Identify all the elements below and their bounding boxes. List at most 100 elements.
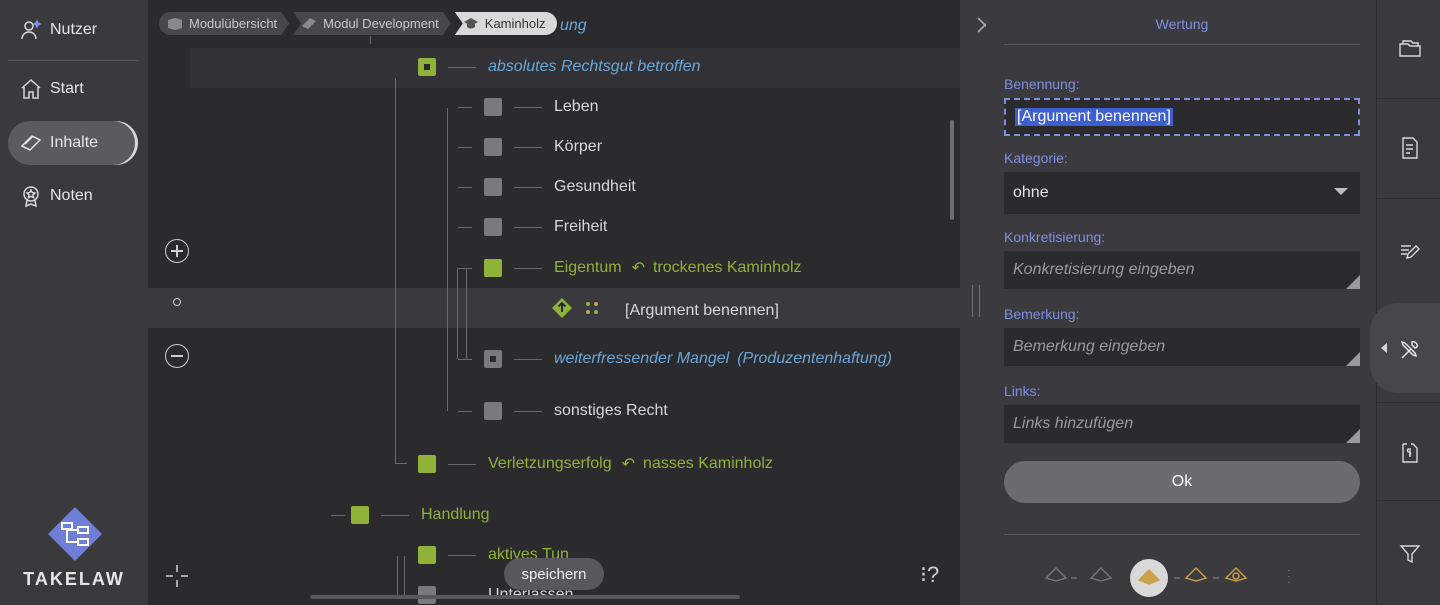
link-back-icon: ↶ — [631, 260, 645, 277]
node-square[interactable] — [484, 259, 502, 277]
node-square[interactable] — [351, 506, 369, 524]
node-link[interactable]: nasses Kaminholz — [643, 455, 773, 473]
properties-panel: Wertung Benennung: [Argument benennen] K… — [986, 0, 1376, 605]
node-label: weiterfressender Mangel — [554, 350, 730, 367]
edit-icon[interactable] — [1398, 238, 1422, 262]
tree-node-property[interactable]: Eigentum ↶ trockenes Kaminholz — [458, 258, 802, 278]
tree-line — [395, 78, 396, 464]
weight-rating-row — [1041, 558, 1341, 598]
tree-node-violation[interactable]: Verletzungserfolg ↶ nasses Kaminholz — [418, 454, 773, 474]
tree-line — [447, 108, 448, 411]
tree-node-life[interactable]: Leben — [458, 98, 599, 116]
tree-node-defect[interactable]: weiterfressender Mangel ( Produzentenhaf… — [458, 350, 892, 368]
graduation-cap-icon — [463, 17, 479, 31]
remark-input[interactable]: Bemerkung eingeben — [1004, 328, 1360, 366]
home-icon — [18, 76, 44, 102]
nav-start[interactable]: Start — [8, 67, 138, 111]
concrete-placeholder: Konkretisierung eingeben — [1013, 261, 1195, 278]
concrete-label: Konkretisierung: — [1004, 229, 1106, 245]
collapse-arrow-icon[interactable] — [1381, 343, 1387, 353]
tree-line — [331, 515, 345, 516]
node-square[interactable] — [418, 455, 436, 473]
tools-icon[interactable] — [1398, 338, 1422, 362]
category-value: ohne — [1013, 184, 1049, 201]
breadcrumb-item-current[interactable]: Kaminholz — [454, 12, 558, 35]
folder-icon[interactable] — [1398, 36, 1422, 60]
node-label: ung — [560, 17, 587, 34]
name-label: Benennung: — [1004, 76, 1080, 92]
resize-grip[interactable] — [972, 285, 980, 317]
panel-title: Wertung — [1004, 0, 1360, 45]
concrete-input[interactable]: Konkretisierung eingeben — [1004, 251, 1360, 289]
nav-content[interactable]: Inhalte — [8, 121, 138, 165]
node-square[interactable] — [418, 58, 436, 76]
node-square[interactable] — [484, 218, 502, 236]
node-label: Gesundheit — [554, 178, 636, 195]
remark-label: Bemerkung: — [1004, 306, 1080, 322]
zoom-reset-button[interactable] — [173, 298, 181, 306]
nav-divider — [8, 60, 139, 61]
user-icon — [18, 17, 44, 43]
tree-node-partial[interactable]: ung — [560, 17, 587, 35]
node-square[interactable] — [484, 178, 502, 196]
resize-corner-icon — [1346, 352, 1360, 366]
tree-node-freedom[interactable]: Freiheit — [458, 218, 607, 236]
drag-handle-icon[interactable] — [585, 301, 599, 320]
horizontal-scrollbar[interactable] — [310, 595, 740, 599]
book-icon — [18, 130, 44, 156]
node-square[interactable] — [484, 138, 502, 156]
tree-line — [370, 36, 371, 44]
breadcrumb-item-module-overview[interactable]: Modulübersicht — [159, 12, 289, 35]
filter-icon[interactable] — [1398, 542, 1422, 566]
tree-node-argument[interactable]: [Argument benennen] — [551, 297, 779, 324]
left-navigation: Nutzer Start Inhalte Noten TAKELAW — [0, 0, 148, 605]
category-label: Kategorie: — [1004, 150, 1068, 166]
nav-user[interactable]: Nutzer — [8, 8, 138, 52]
argument-diamond-icon[interactable] — [551, 297, 573, 324]
tree-node-health[interactable]: Gesundheit — [458, 178, 636, 196]
paragraph-doc-icon[interactable] — [1398, 440, 1422, 464]
tree-node-action[interactable]: Handlung — [351, 506, 490, 524]
tree-node-other-right[interactable]: sonstiges Recht — [458, 402, 668, 420]
node-link[interactable]: trockenes Kaminholz — [653, 259, 802, 277]
vertical-scrollbar[interactable] — [950, 120, 954, 220]
node-label: Leben — [554, 98, 599, 115]
node-label: Eigentum — [554, 259, 622, 276]
links-input[interactable]: Links hinzufügen — [1004, 405, 1360, 443]
breadcrumb-label: Kaminholz — [484, 16, 546, 31]
node-square[interactable] — [418, 546, 436, 564]
help-button[interactable]: ⁝? — [920, 562, 939, 588]
panel-divider — [1004, 534, 1360, 535]
node-square[interactable] — [484, 98, 502, 116]
breadcrumb-item-module-development[interactable]: Modul Development — [293, 12, 451, 35]
nav-grades[interactable]: Noten — [8, 174, 138, 218]
tree-node-absolute-right[interactable]: absolutes Rechtsgut betroffen — [418, 58, 701, 76]
name-input[interactable]: [Argument benennen] — [1004, 98, 1360, 136]
resize-corner-icon — [1346, 429, 1360, 443]
node-parenthetical[interactable]: Produzentenhaftung — [743, 350, 887, 368]
zoom-in-button[interactable] — [165, 239, 189, 263]
blurred-overview — [178, 130, 338, 530]
tree-node-body[interactable]: Körper — [458, 138, 602, 156]
node-label: Körper — [554, 138, 603, 155]
node-label: sonstiges Recht — [554, 402, 668, 419]
zoom-out-button[interactable] — [165, 344, 189, 368]
node-square[interactable] — [484, 402, 502, 420]
weight-option-1 — [1044, 567, 1068, 582]
crosshair-icon[interactable] — [164, 563, 190, 595]
save-button[interactable]: speichern — [504, 558, 604, 590]
links-placeholder: Links hinzufügen — [1013, 415, 1134, 432]
category-select[interactable]: ohne — [1004, 172, 1360, 214]
resize-corner-icon — [1346, 275, 1360, 289]
node-square[interactable] — [484, 350, 502, 368]
node-label: Verletzungserfolg — [488, 455, 612, 472]
tree-line — [404, 556, 405, 596]
mindmap-canvas[interactable]: ung absolutes Rechtsgut betroffen Leben … — [148, 0, 960, 605]
books-icon — [301, 17, 317, 31]
tree-line — [395, 463, 407, 464]
links-label: Links: — [1004, 383, 1041, 399]
tree-line — [466, 268, 467, 359]
node-label: absolutes Rechtsgut betroffen — [488, 58, 701, 75]
ok-button[interactable]: Ok — [1004, 461, 1360, 503]
document-icon[interactable] — [1398, 136, 1422, 160]
